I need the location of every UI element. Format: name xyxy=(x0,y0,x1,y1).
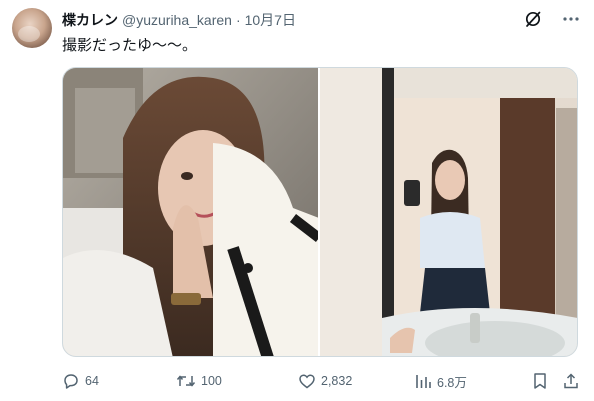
tweet-text: 撮影だったゆ〜〜。 xyxy=(62,37,198,54)
views-button[interactable]: 6.8万 xyxy=(414,370,467,392)
bookmark-button[interactable] xyxy=(532,370,548,392)
post-date[interactable]: 10月7日 xyxy=(245,10,296,30)
heart-icon xyxy=(299,374,315,389)
reply-button[interactable]: 64 xyxy=(62,370,99,392)
more-icon[interactable] xyxy=(562,10,580,28)
retweet-icon xyxy=(176,375,196,387)
reply-count: 64 xyxy=(85,374,99,388)
grok-icon[interactable] xyxy=(524,10,542,28)
media-grid xyxy=(62,67,578,357)
share-button[interactable] xyxy=(562,370,580,392)
retweet-count: 100 xyxy=(201,374,222,388)
separator: · xyxy=(235,12,241,28)
user-handle[interactable]: @yuzuriha_karen xyxy=(122,12,232,28)
like-count: 2,832 xyxy=(321,374,353,388)
selfie-photo[interactable] xyxy=(63,68,318,356)
header-actions xyxy=(524,10,580,28)
avatar[interactable] xyxy=(12,8,52,48)
display-name[interactable]: 楪カレン xyxy=(62,10,118,30)
view-count: 6.8万 xyxy=(437,375,467,390)
like-button[interactable]: 2,832 xyxy=(298,370,352,392)
tweet: 楪カレン @yuzuriha_karen · 10月7日 撮影だったゆ〜〜。 6… xyxy=(0,0,594,401)
retweet-button[interactable]: 100 xyxy=(176,370,222,392)
tweet-actions: 64 100 2,832 6.8万 xyxy=(62,370,578,392)
analytics-icon xyxy=(416,375,431,388)
share-icon xyxy=(564,373,578,389)
bookmark-icon xyxy=(534,373,546,389)
reply-icon xyxy=(64,374,78,389)
tweet-header: 楪カレン @yuzuriha_karen · 10月7日 xyxy=(62,10,296,30)
mirror-selfie-photo[interactable] xyxy=(320,68,577,356)
